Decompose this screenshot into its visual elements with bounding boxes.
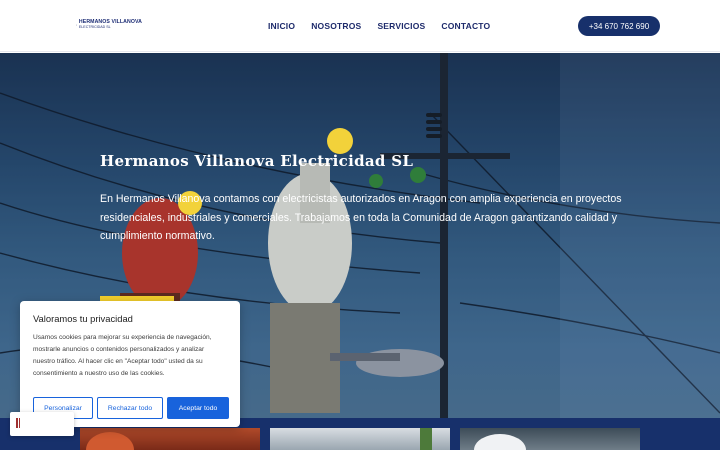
worker-image [420, 428, 432, 450]
cookie-revisit-button[interactable] [10, 412, 74, 436]
cookie-description: Usamos cookies para mejorar su experienc… [33, 334, 212, 377]
hero-title: Hermanos Villanova Electricidad SL [100, 152, 414, 170]
service-card-image[interactable] [460, 428, 640, 450]
cookie-title: Valoramos tu privacidad [33, 313, 133, 324]
hero-description: En Hermanos Villanova contamos con elect… [100, 193, 622, 242]
helmet-image [474, 434, 526, 450]
service-card-image[interactable] [80, 428, 260, 450]
nav-item-nosotros[interactable]: NOSOTROS [311, 21, 361, 31]
logo-subtitle: ELECTRICIDAD SL [78, 25, 111, 30]
logo[interactable]: HERMANOS VILLANOVA ELECTRICIDAD SL [76, 14, 142, 36]
helmet-image [86, 432, 134, 450]
cookie-consent-banner: Valoramos tu privacidad Usamos cookies p… [20, 301, 240, 427]
nav-item-servicios[interactable]: SERVICIOS [377, 21, 425, 31]
service-card-image[interactable] [270, 428, 450, 450]
cookie-icon [16, 418, 20, 428]
nav-item-inicio[interactable]: INICIO [268, 21, 295, 31]
logo-icon [76, 24, 77, 26]
site-header: HERMANOS VILLANOVA ELECTRICIDAD SL INICI… [0, 0, 720, 52]
accept-all-button[interactable]: Aceptar todo [167, 397, 229, 419]
reject-all-button[interactable]: Rechazar todo [97, 397, 163, 419]
phone-button[interactable]: +34 670 762 690 [578, 16, 660, 36]
nav-item-contacto[interactable]: CONTACTO [441, 21, 490, 31]
main-nav: INICIO NOSOTROS SERVICIOS CONTACTO [268, 21, 490, 31]
